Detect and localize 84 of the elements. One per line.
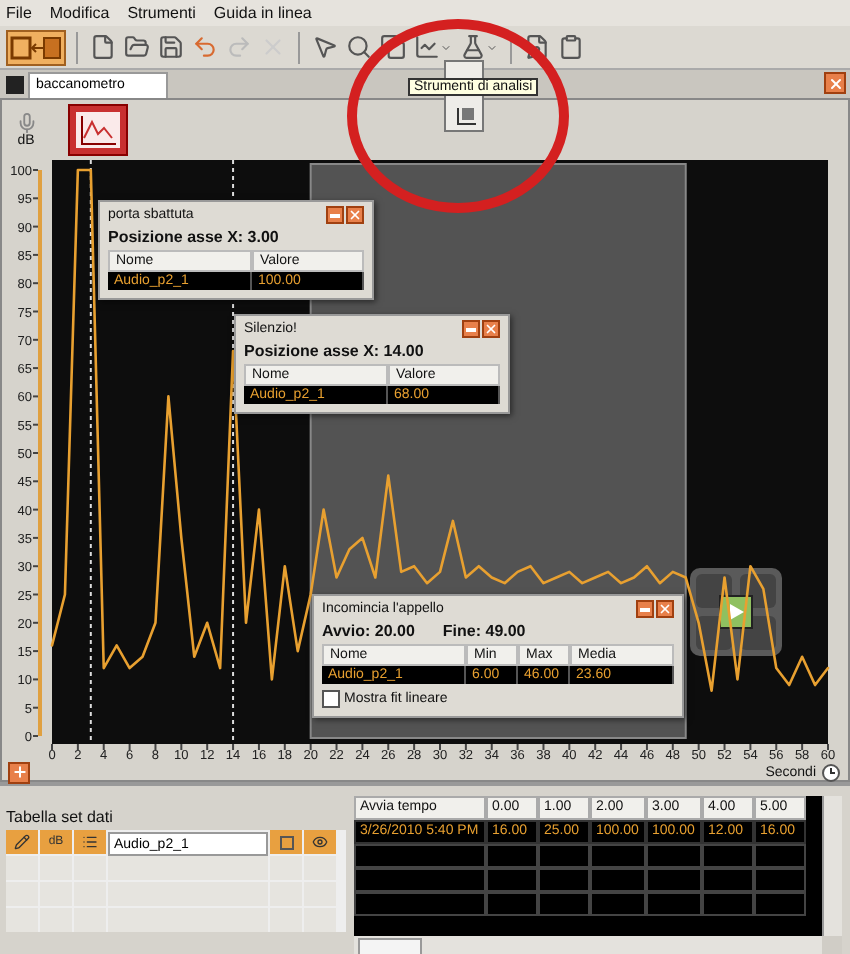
add-button[interactable]	[8, 761, 30, 783]
menu-item[interactable]: File	[6, 4, 32, 22]
position-label: Posizione asse X: 14.00	[244, 342, 424, 360]
edit-file-button[interactable]	[522, 29, 552, 65]
menu-item[interactable]: Strumenti	[127, 4, 196, 22]
empty-cell	[754, 844, 806, 868]
flask-button[interactable]	[458, 29, 500, 65]
empty-cell	[646, 868, 702, 892]
empty-cell	[590, 844, 646, 868]
clipboard-button[interactable]	[556, 29, 586, 65]
panel-title: Tabella set dati	[6, 808, 115, 826]
scroll-thumb[interactable]	[358, 937, 422, 954]
start-label: Avvio: 20.00	[322, 622, 415, 640]
eye-icon	[312, 834, 328, 850]
close-icon	[658, 602, 672, 616]
clock-icon[interactable]	[822, 763, 840, 781]
import-button[interactable]	[6, 29, 66, 65]
list-button[interactable]	[74, 830, 106, 854]
undo-icon	[192, 34, 218, 60]
empty-cell	[754, 868, 806, 892]
close-icon	[484, 322, 498, 336]
position-label: Posizione asse X: 3.00	[108, 228, 279, 246]
empty-cell	[590, 868, 646, 892]
close-button[interactable]	[656, 600, 674, 618]
clipboard-icon	[558, 34, 584, 60]
empty-cell	[646, 844, 702, 868]
empty-cell	[354, 868, 486, 892]
caret-icon	[486, 41, 498, 53]
file-edit-icon	[524, 34, 550, 60]
empty-cell	[702, 892, 754, 916]
folder-icon	[124, 34, 150, 60]
close-icon	[348, 208, 362, 222]
pencil-icon	[14, 834, 30, 850]
copy-icon	[380, 34, 406, 60]
line-chart-icon	[414, 34, 440, 60]
end-label: Fine: 49.00	[442, 622, 526, 640]
menu-item[interactable]: Guida in linea	[213, 4, 312, 22]
vertical-scrollbar[interactable]	[822, 796, 842, 936]
color-swatch-icon	[279, 835, 293, 849]
empty-cell	[538, 868, 590, 892]
line-chart-icon	[74, 110, 122, 150]
new-file-button[interactable]	[88, 29, 118, 65]
copy-button[interactable]	[378, 29, 408, 65]
minimize-button[interactable]	[326, 206, 344, 224]
visibility-toggle[interactable]	[304, 830, 336, 854]
marker-line[interactable]	[89, 160, 92, 745]
caret-icon	[440, 41, 452, 53]
pointer-icon	[312, 34, 338, 60]
close-button[interactable]	[824, 72, 846, 94]
color-dropdown[interactable]	[270, 830, 302, 854]
empty-cell	[754, 892, 806, 916]
redo-icon	[226, 34, 252, 60]
empty-cell	[590, 892, 646, 916]
empty-cell	[538, 892, 590, 916]
minimize-button[interactable]	[636, 600, 654, 618]
menu-item[interactable]: Modifica	[49, 4, 110, 22]
checkbox-square[interactable]	[322, 690, 340, 708]
import-icon	[10, 33, 62, 61]
pen-button[interactable]	[6, 830, 38, 854]
empty-cell	[354, 892, 486, 916]
empty-cell	[702, 844, 754, 868]
flask-icon	[460, 34, 486, 60]
save-icon	[158, 34, 184, 60]
list-icon	[82, 834, 98, 850]
empty-cell	[538, 844, 590, 868]
minimize-button[interactable]	[462, 320, 480, 338]
search-icon	[346, 34, 372, 60]
empty-cell	[486, 844, 538, 868]
microphone-icon	[15, 112, 37, 134]
close-button[interactable]	[346, 206, 364, 224]
horizontal-scrollbar[interactable]	[354, 936, 822, 954]
empty-cell	[646, 892, 702, 916]
minimize-icon	[640, 607, 650, 611]
plus-icon	[11, 764, 27, 780]
close-icon	[827, 75, 843, 91]
empty-cell	[354, 844, 486, 868]
chart-type-button[interactable]	[68, 104, 128, 156]
empty-cell	[702, 868, 754, 892]
empty-cell	[486, 868, 538, 892]
close-button[interactable]	[482, 320, 500, 338]
empty-cell	[486, 892, 538, 916]
file-icon	[90, 34, 116, 60]
minimize-icon	[330, 213, 340, 217]
minimize-icon	[466, 327, 476, 331]
